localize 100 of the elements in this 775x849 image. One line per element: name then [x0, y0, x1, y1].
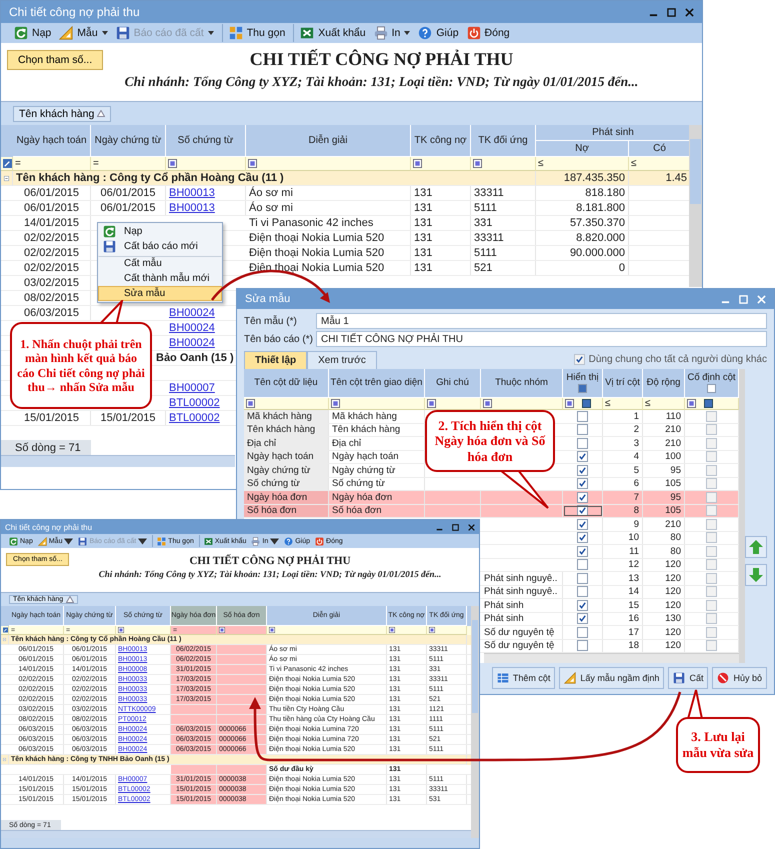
filter-icon[interactable] [219, 627, 225, 633]
document-link[interactable]: BH00024 [169, 307, 215, 319]
checkbox[interactable] [706, 424, 717, 436]
cancel-button[interactable]: Hủy bỏ [712, 667, 767, 689]
checkbox[interactable] [577, 518, 588, 530]
filter-icon[interactable] [118, 627, 124, 633]
parameters-button[interactable]: Chọn tham số... [7, 50, 104, 70]
toolbar-button[interactable]: Mẫu [56, 24, 111, 42]
save-button[interactable]: Cất [668, 667, 708, 689]
filter-icon[interactable] [269, 627, 275, 633]
group-by-chip[interactable]: Tên khách hàng [13, 106, 112, 122]
checkbox-filter-icon[interactable] [582, 399, 591, 408]
scrollbar[interactable] [484, 653, 739, 663]
tab[interactable]: Thiết lập [244, 351, 308, 369]
checkbox[interactable] [577, 478, 588, 490]
add-column-button[interactable]: Thêm cột [492, 667, 556, 689]
checkbox[interactable] [706, 600, 717, 611]
document-link[interactable]: BH00007 [169, 382, 215, 394]
filter-operator[interactable]: ≤ [645, 398, 650, 408]
checkbox[interactable] [577, 600, 588, 611]
toolbar-button[interactable]: Đóng [464, 24, 513, 42]
filter-operator[interactable]: ≤ [538, 158, 544, 168]
filter-icon[interactable] [687, 399, 696, 408]
filter-icon[interactable] [473, 159, 482, 168]
toolbar-button[interactable]: Xuất khẩu [293, 24, 369, 42]
text-field[interactable]: Mẫu 1 [316, 313, 767, 329]
filter-icon[interactable] [246, 399, 255, 408]
filter-operator[interactable]: = [93, 158, 99, 168]
checkbox-filter-icon[interactable] [704, 399, 713, 408]
column-header[interactable]: Tên cột trên giao diện [330, 378, 422, 388]
filter-icon[interactable] [331, 399, 340, 408]
move-up-button[interactable] [745, 536, 767, 558]
checkbox[interactable] [577, 505, 588, 516]
column-header[interactable]: Thuộc nhóm [495, 378, 548, 388]
filter-operator[interactable]: ≤ [631, 158, 636, 168]
filter-operator[interactable]: = [15, 158, 21, 168]
filter-icon[interactable] [413, 159, 422, 168]
menu-item[interactable]: Cất báo cáo mới [98, 239, 222, 254]
checkbox[interactable] [706, 464, 717, 476]
checkbox[interactable] [577, 626, 588, 638]
checkbox[interactable] [706, 478, 717, 490]
checkbox[interactable] [577, 532, 588, 544]
checkbox[interactable] [706, 438, 717, 449]
checkbox[interactable] [577, 640, 588, 652]
menu-item[interactable]: Nạp [98, 224, 222, 239]
checkbox[interactable] [578, 384, 587, 394]
filter-editor-icon[interactable] [3, 159, 12, 168]
column-header[interactable]: Tên cột dữ liệu [254, 378, 318, 388]
tab[interactable]: Xem trước [307, 351, 377, 369]
checkbox[interactable] [706, 518, 717, 530]
checkbox[interactable] [577, 492, 588, 503]
filter-operator[interactable]: ≤ [605, 398, 610, 408]
checkbox[interactable] [577, 410, 588, 422]
checkbox[interactable] [707, 384, 716, 394]
toolbar-button[interactable]: In [370, 24, 414, 42]
checkbox[interactable] [706, 626, 717, 638]
checkbox[interactable] [706, 613, 717, 624]
checkbox[interactable] [706, 410, 717, 422]
default-template-button[interactable]: Lấy mẫu ngầm định [559, 667, 664, 689]
close-icon[interactable] [685, 8, 694, 16]
checkbox[interactable] [706, 492, 717, 503]
column-header[interactable]: Hiển thị [566, 372, 599, 384]
scrollbar[interactable] [739, 369, 745, 663]
checkbox[interactable] [706, 559, 717, 570]
checkbox[interactable] [577, 586, 588, 598]
checkbox[interactable] [706, 505, 717, 516]
document-link[interactable]: BTL00002 [169, 397, 220, 409]
menu-item[interactable]: Sửa mẫu [98, 286, 222, 301]
toolbar-button[interactable]: Thu gọn [222, 24, 288, 42]
toolbar-button[interactable]: Giúp [415, 24, 462, 42]
checkbox[interactable] [706, 640, 717, 652]
maximize-icon[interactable] [667, 8, 676, 16]
move-down-button[interactable] [745, 564, 767, 586]
checkbox[interactable] [577, 451, 588, 462]
checkbox[interactable] [577, 424, 588, 436]
menu-item[interactable]: Cất thành mẫu mới [98, 271, 222, 286]
collapse-icon[interactable] [4, 174, 9, 182]
close-icon[interactable] [468, 524, 475, 530]
document-link[interactable]: BH00013 [169, 202, 215, 214]
scrollbar[interactable] [471, 606, 479, 838]
column-header[interactable]: Độ rộng [646, 378, 680, 388]
column-header[interactable]: Cố định cột [687, 372, 736, 384]
document-link[interactable]: BH00013 [169, 187, 215, 199]
checkbox[interactable] [706, 451, 717, 462]
text-field[interactable]: CHI TIẾT CÔNG NỢ PHẢI THU [316, 331, 767, 347]
checkbox[interactable] [577, 572, 588, 584]
checkbox[interactable] [706, 532, 717, 544]
filter-cell[interactable] [217, 626, 267, 635]
filter-editor-icon[interactable] [3, 627, 8, 633]
scrollbar[interactable] [689, 125, 702, 287]
scrollbar[interactable] [1, 830, 471, 838]
maximize-icon[interactable] [452, 524, 459, 530]
checkbox[interactable] [706, 572, 717, 584]
filter-icon[interactable] [429, 627, 435, 633]
checkbox[interactable] [706, 546, 717, 557]
document-link[interactable]: BH00024 [169, 322, 215, 334]
document-link[interactable]: BH00024 [169, 337, 215, 349]
filter-icon[interactable] [389, 627, 395, 633]
column-header[interactable]: Vị trí cột [605, 378, 640, 388]
filter-icon[interactable] [248, 159, 257, 168]
